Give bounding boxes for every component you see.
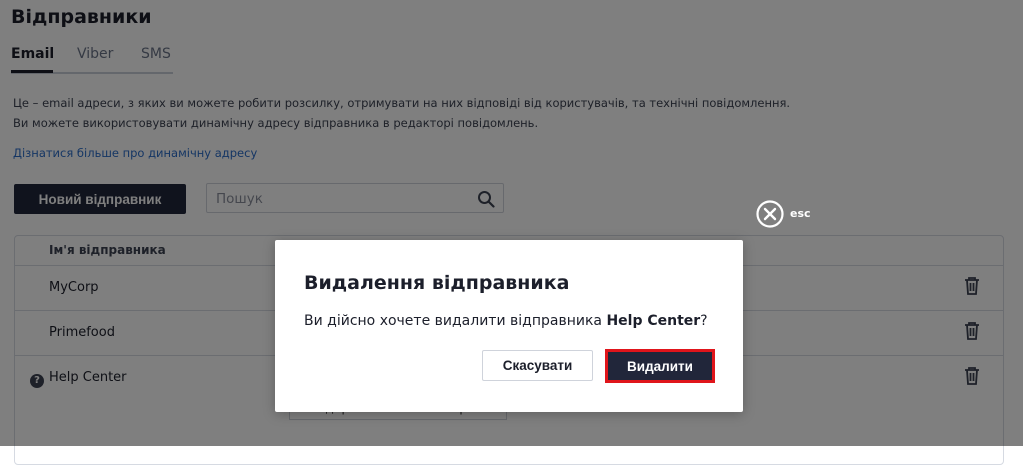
- dialog-sender-name: Help Center: [606, 313, 701, 329]
- close-icon[interactable]: [756, 200, 784, 228]
- delete-sender-dialog: Видалення відправника Ви дійсно хочете в…: [275, 240, 743, 412]
- delete-button[interactable]: Видалити: [605, 349, 715, 383]
- dialog-title: Видалення відправника: [304, 272, 570, 294]
- esc-label: esc: [790, 207, 811, 220]
- dialog-message-start: Ви дійсно хочете видалити відправника: [304, 313, 607, 329]
- dialog-message: Ви дійсно хочете видалити відправника He…: [304, 313, 708, 329]
- modal-close-button[interactable]: esc: [756, 200, 826, 228]
- dialog-message-end: ?: [700, 313, 708, 329]
- cancel-button[interactable]: Скасувати: [482, 350, 593, 381]
